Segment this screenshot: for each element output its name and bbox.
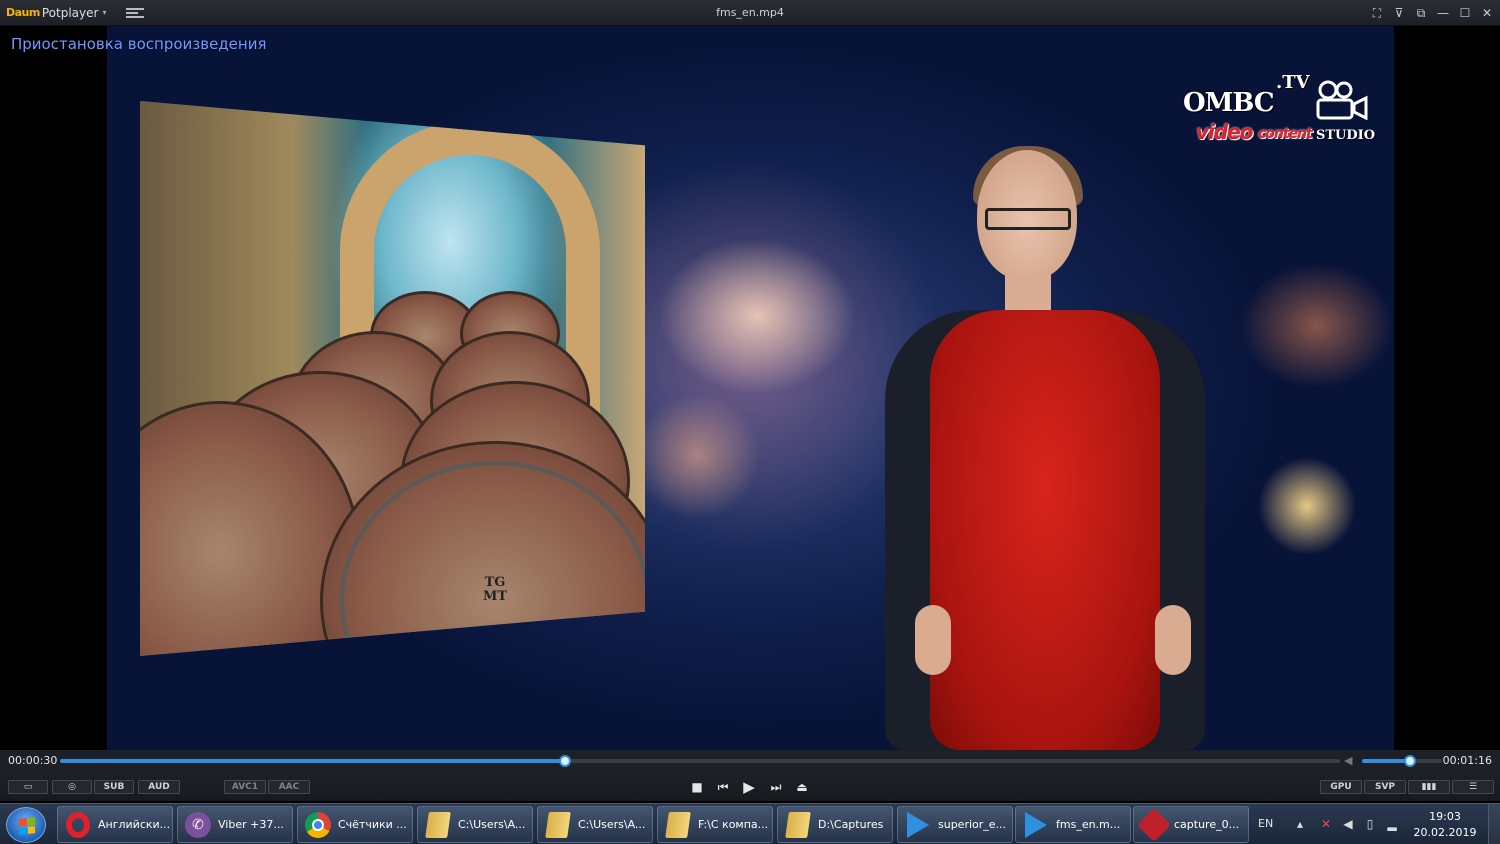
speaker-icon[interactable]: ◀ [1340, 816, 1356, 832]
barrel-cellar-photo: TG MT [140, 101, 645, 656]
stop-button[interactable]: ■ [688, 778, 706, 796]
pin-icon[interactable]: ⧉ [1414, 6, 1428, 20]
window-controls: ⛶ ⊽ ⧉ — ☐ ✕ [1370, 0, 1494, 26]
window-title: fms_en.mp4 [716, 6, 784, 19]
video-codec-button[interactable]: AVC1 [224, 780, 266, 794]
volume-icon[interactable]: ◀ [1344, 754, 1352, 767]
taskbar-item-capture[interactable]: capture_0... [1133, 806, 1249, 843]
seek-bar-fill [60, 759, 566, 763]
folder-icon [784, 811, 812, 839]
potplayer-icon [1022, 811, 1050, 839]
eject-button[interactable]: ⏏ [793, 778, 811, 796]
playback-status-osd: Приостановка воспроизведения [11, 35, 267, 53]
start-button[interactable] [6, 807, 46, 843]
volume-handle[interactable] [1404, 755, 1416, 767]
close-button[interactable]: ✕ [1480, 6, 1494, 20]
capture-icon [1137, 807, 1171, 842]
audio-codec-button[interactable]: AAC [268, 780, 310, 794]
seek-handle[interactable] [559, 755, 572, 767]
taskbar-item-viber[interactable]: ✆ Viber +37... [177, 806, 293, 843]
folder-icon [544, 811, 572, 839]
playlist-icon[interactable] [126, 7, 145, 19]
barrel-stamp: TG MT [482, 575, 508, 604]
current-time: 00:00:30 [8, 754, 58, 767]
minimize-button[interactable]: — [1436, 6, 1450, 20]
control-bar: ▭ ◎ SUB AUD AVC1 AAC ■ ⏮ ▶ ⏭ ⏏ GPU SVP ▮… [0, 772, 1500, 802]
app-name: Potplayer [41, 5, 99, 20]
taskbar-item-explorer-4[interactable]: D:\Captures [777, 806, 893, 843]
taskbar: Английски... ✆ Viber +37... Счётчики ...… [0, 803, 1500, 844]
folder-icon [424, 811, 452, 839]
volume-fill [1362, 759, 1410, 763]
total-time: 00:01:16 [1442, 754, 1492, 767]
taskbar-item-opera[interactable]: Английски... [57, 806, 173, 843]
seek-row: 00:00:30 ◀ 00:01:16 [0, 750, 1500, 772]
skin-icon[interactable]: ▭ [8, 780, 48, 794]
taskbar-item-chrome[interactable]: Счётчики ... [297, 806, 413, 843]
daum-logo: Daum [6, 6, 40, 19]
fullscreen-icon[interactable]: ⛶ [1370, 6, 1384, 20]
svp-button[interactable]: SVP [1364, 780, 1406, 794]
taskbar-item-potplayer-2[interactable]: fms_en.m... [1015, 806, 1131, 843]
network-error-icon[interactable]: ✕ [1318, 816, 1334, 832]
gpu-button[interactable]: GPU [1320, 780, 1362, 794]
studio-logo: OMBC .TV video content STUDIO [1183, 72, 1376, 144]
opera-icon [64, 811, 92, 839]
volume-slider[interactable] [1362, 755, 1442, 767]
preferences-icon[interactable]: ☰ [1452, 780, 1494, 794]
taskbar-clock[interactable]: 19:03 20.02.2019 [1410, 809, 1480, 841]
chrome-icon [304, 811, 332, 839]
play-button[interactable]: ▶ [740, 778, 758, 796]
capture-icon[interactable]: ◎ [52, 780, 92, 794]
potplayer-window: Daum Potplayer ▾ fms_en.mp4 ⛶ ⊽ ⧉ — ☐ ✕ [0, 0, 1500, 844]
previous-button[interactable]: ⏮ [714, 778, 732, 796]
signal-icon[interactable]: ▂ [1384, 816, 1400, 832]
equalizer-icon[interactable]: ▮▮▮ [1408, 780, 1450, 794]
app-menu-button[interactable]: Daum Potplayer ▾ [6, 0, 106, 26]
next-button[interactable]: ⏭ [767, 778, 785, 796]
subtitle-button[interactable]: SUB [94, 780, 134, 794]
battery-icon[interactable]: ▯ [1362, 816, 1378, 832]
maximize-button[interactable]: ☐ [1458, 6, 1472, 20]
presenter [885, 146, 1215, 750]
taskbar-item-explorer-1[interactable]: C:\Users\A... [417, 806, 533, 843]
potplayer-icon [904, 811, 932, 839]
folder-icon [664, 811, 692, 839]
clock-date: 20.02.2019 [1413, 826, 1477, 839]
camera-icon [1316, 80, 1368, 120]
taskbar-item-explorer-3[interactable]: F:\C компа... [657, 806, 773, 843]
taskbar-item-explorer-2[interactable]: C:\Users\A... [537, 806, 653, 843]
video-area[interactable]: TG MT OMBC .TV video content STUDIO Прио… [0, 26, 1500, 750]
menu-icon[interactable]: ⊽ [1392, 6, 1406, 20]
language-indicator[interactable]: EN [1258, 817, 1273, 830]
audio-button[interactable]: AUD [138, 780, 180, 794]
viber-icon: ✆ [184, 811, 212, 839]
windows-logo-icon [19, 817, 35, 835]
show-hidden-icons-icon[interactable]: ▴ [1292, 816, 1308, 832]
chevron-down-icon: ▾ [102, 8, 107, 17]
seek-bar[interactable] [60, 755, 1340, 767]
show-desktop-button[interactable] [1488, 804, 1500, 844]
taskbar-item-potplayer-1[interactable]: superior_e... [897, 806, 1013, 843]
system-tray: EN ▴ ✕ ◀ ▯ ▂ 19:03 20.02.2019 [1250, 804, 1500, 844]
clock-time: 19:03 [1429, 810, 1461, 823]
title-bar: Daum Potplayer ▾ fms_en.mp4 ⛶ ⊽ ⧉ — ☐ ✕ [0, 0, 1500, 26]
